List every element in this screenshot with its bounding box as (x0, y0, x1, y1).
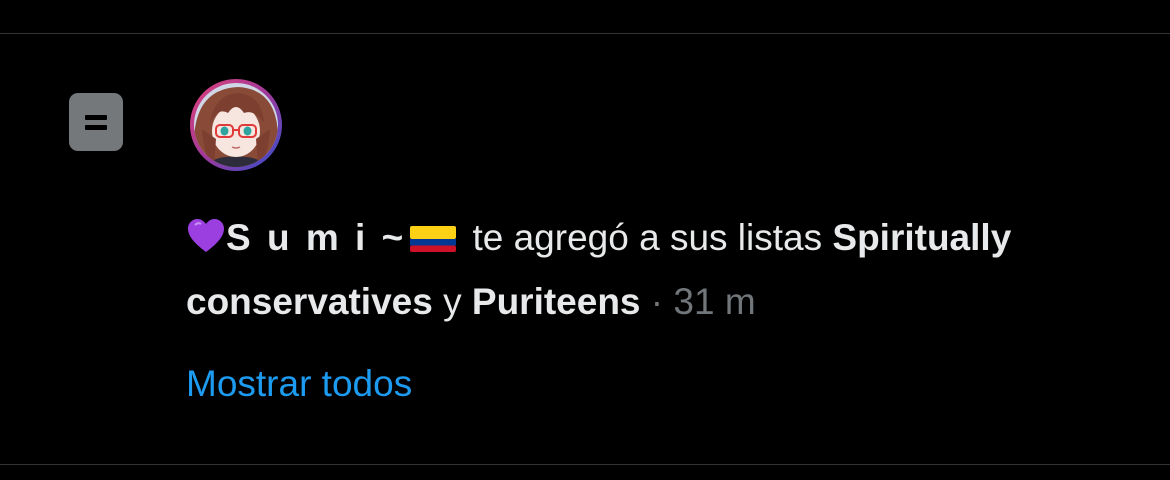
show-all-link[interactable]: Mostrar todos (186, 358, 412, 410)
list-icon (69, 93, 123, 151)
timestamp[interactable]: 31 m (673, 281, 755, 322)
purple-heart-icon (186, 215, 226, 273)
bottom-divider (0, 464, 1170, 465)
action-text: te agregó a sus listas (462, 217, 833, 258)
colombia-flag-icon (410, 211, 457, 269)
top-divider (0, 33, 1170, 34)
notification-text: S u m i ~ te agregó a sus listas Spiritu… (186, 209, 1146, 331)
avatar[interactable] (190, 79, 282, 171)
conjunction-text: y (432, 281, 472, 322)
list-link-puriteens[interactable]: Puriteens (472, 281, 641, 322)
separator-dot: · (640, 281, 674, 322)
user-display-name[interactable]: S u m i ~ (226, 217, 406, 258)
